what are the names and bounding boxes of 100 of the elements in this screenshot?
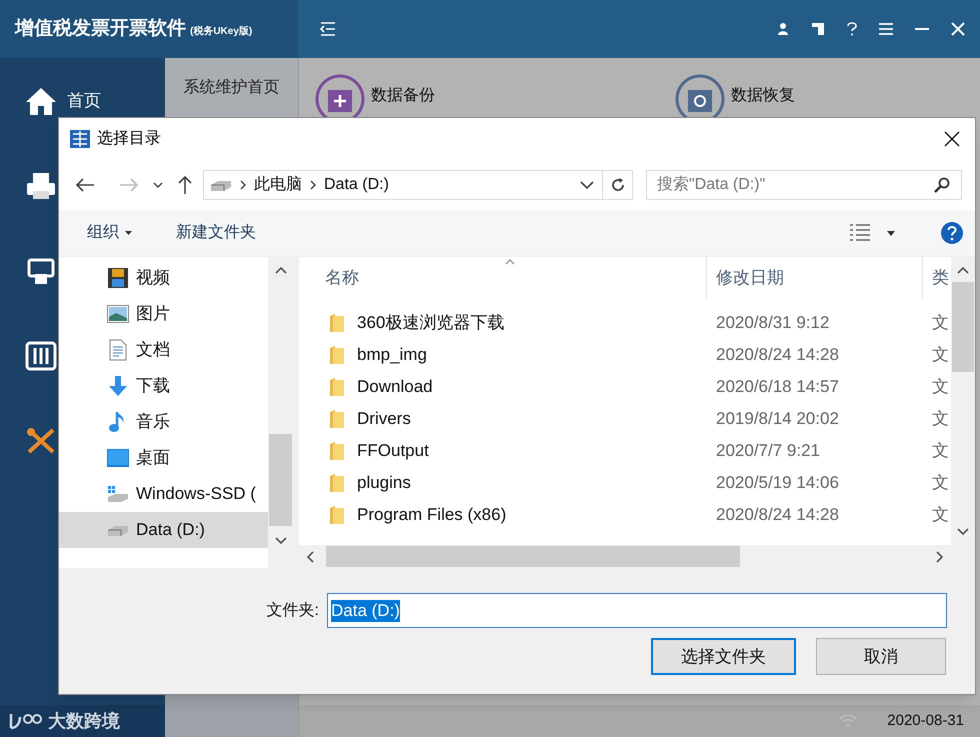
back-arrow-icon[interactable] [75, 177, 95, 193]
wifi-icon [839, 715, 858, 727]
view-options-icon[interactable] [849, 223, 871, 243]
folder-icon [330, 442, 344, 460]
nav-item[interactable]: 图片 [59, 296, 268, 332]
file-name[interactable]: Drivers [357, 406, 411, 432]
sliders-icon[interactable] [25, 340, 57, 370]
action-label[interactable]: 数据恢复 [731, 84, 795, 108]
sidebar-item[interactable]: 首页 [67, 88, 101, 114]
nav-item[interactable]: 视频 [59, 260, 268, 296]
modified-date: 2020/8/31 9:12 [715, 312, 830, 334]
scrollbar[interactable] [299, 545, 975, 568]
modified-date: 2020/8/24 14:28 [715, 344, 840, 366]
folder-icon [330, 314, 344, 332]
close-icon [944, 131, 960, 147]
organize-menu[interactable]: 组织 [87, 221, 132, 245]
chevron-left-icon [307, 550, 314, 562]
chevron-down-icon[interactable] [580, 181, 594, 189]
modified-date: 2019/8/14 20:02 [715, 408, 840, 430]
collapse-menu-icon [320, 22, 336, 36]
file-type: 文 [931, 440, 949, 462]
tools-icon[interactable] [25, 426, 57, 456]
date-text: 2020-08-31 [887, 710, 964, 731]
file-type: 文 [931, 344, 949, 366]
modified-date: 2020/8/24 14:28 [715, 504, 840, 526]
chevron-down-icon [274, 537, 286, 544]
dialog-button[interactable]: 选择文件夹 [651, 638, 796, 675]
subnav-item[interactable]: 系统维护首页 [165, 58, 298, 118]
folder-icon [330, 506, 344, 524]
file-type: 文 [931, 408, 949, 430]
close-icon[interactable] [951, 22, 965, 36]
chevron-right-icon [310, 180, 316, 190]
modified-date: 2020/7/7 9:21 [715, 440, 821, 462]
up-arrow-icon[interactable] [177, 175, 193, 195]
nav-item[interactable]: Data (D:) [59, 512, 268, 548]
search-icon [934, 177, 950, 193]
picture-icon [107, 305, 129, 323]
refresh-icon[interactable] [610, 177, 626, 193]
brand-name: 大数跨境 [48, 710, 120, 732]
chevron-down-icon[interactable] [153, 182, 163, 188]
help-icon[interactable] [847, 22, 857, 36]
logo-icon [8, 711, 44, 731]
chevron-right-icon [936, 550, 943, 562]
breadcrumb-item[interactable]: Data (D:) [324, 173, 389, 197]
file-name[interactable]: FFOutput [357, 438, 429, 464]
column-header[interactable]: 类 [923, 257, 951, 299]
chevron-up-icon [274, 267, 286, 274]
file-name[interactable]: 360极速浏览器下载 [357, 310, 504, 336]
nav-item[interactable]: 音乐 [59, 404, 268, 440]
nav-item[interactable]: 文档 [59, 332, 268, 368]
modified-date: 2020/6/18 14:57 [715, 376, 840, 398]
modified-date: 2020/5/19 14:06 [715, 472, 840, 494]
down-arrow-icon [108, 375, 128, 397]
drive-icon [210, 178, 232, 192]
drive-icon [107, 523, 129, 537]
folder-icon [330, 378, 344, 396]
scrollbar[interactable] [951, 257, 975, 545]
file-name[interactable]: bmp_img [357, 342, 427, 368]
user-icon[interactable] [777, 22, 789, 36]
document-icon [109, 339, 127, 361]
action-label[interactable]: 数据备份 [371, 84, 435, 108]
column-header[interactable]: 修改日期 [707, 257, 923, 299]
desktop-icon [107, 449, 129, 467]
folder-label: 文件夹: [266, 600, 319, 620]
new-folder-button[interactable]: 新建文件夹 [176, 221, 256, 245]
folder-icon [330, 346, 344, 364]
caret-icon[interactable] [887, 230, 895, 236]
file-name[interactable]: plugins [357, 470, 411, 496]
file-name[interactable]: Program Files (x86) [357, 502, 506, 528]
breadcrumb-item[interactable]: 此电脑 [254, 173, 302, 197]
folder-icon [330, 474, 344, 492]
column-header[interactable]: 名称 [299, 257, 707, 299]
file-type: 文 [931, 376, 949, 398]
dialog-title: 选择目录 [97, 128, 161, 149]
help-icon[interactable] [941, 222, 963, 244]
drive-icon [107, 485, 129, 503]
menu-icon[interactable] [879, 23, 893, 35]
home-icon[interactable] [25, 86, 57, 116]
bookmark-icon[interactable] [811, 22, 825, 36]
file-type: 文 [931, 472, 949, 494]
chevron-up-icon [957, 267, 969, 274]
address-bar[interactable]: 此电脑 Data (D:) [203, 170, 633, 200]
folder-icon [330, 410, 344, 428]
file-name[interactable]: Download [357, 374, 433, 400]
folder-field[interactable]: Data (D:) [327, 593, 947, 628]
dialog-button[interactable]: 取消 [816, 638, 946, 675]
printer-icon[interactable] [25, 170, 57, 200]
caret-icon [125, 231, 132, 235]
file-type: 文 [931, 312, 949, 334]
minimize-icon[interactable] [915, 27, 929, 31]
app-title: 增值税发票开票软件 [15, 16, 186, 41]
film-icon [107, 267, 129, 289]
nav-item[interactable]: Windows-SSD ( [59, 476, 268, 512]
app-edition: (税务UKey版) [190, 24, 252, 38]
nav-item[interactable]: 桌面 [59, 440, 268, 476]
nav-item[interactable]: 下载 [59, 368, 268, 404]
search-field[interactable]: 搜索"Data (D:)" [646, 170, 962, 200]
chevron-right-icon [240, 180, 246, 190]
app-icon [69, 129, 91, 149]
chevron-down-icon [957, 528, 969, 535]
